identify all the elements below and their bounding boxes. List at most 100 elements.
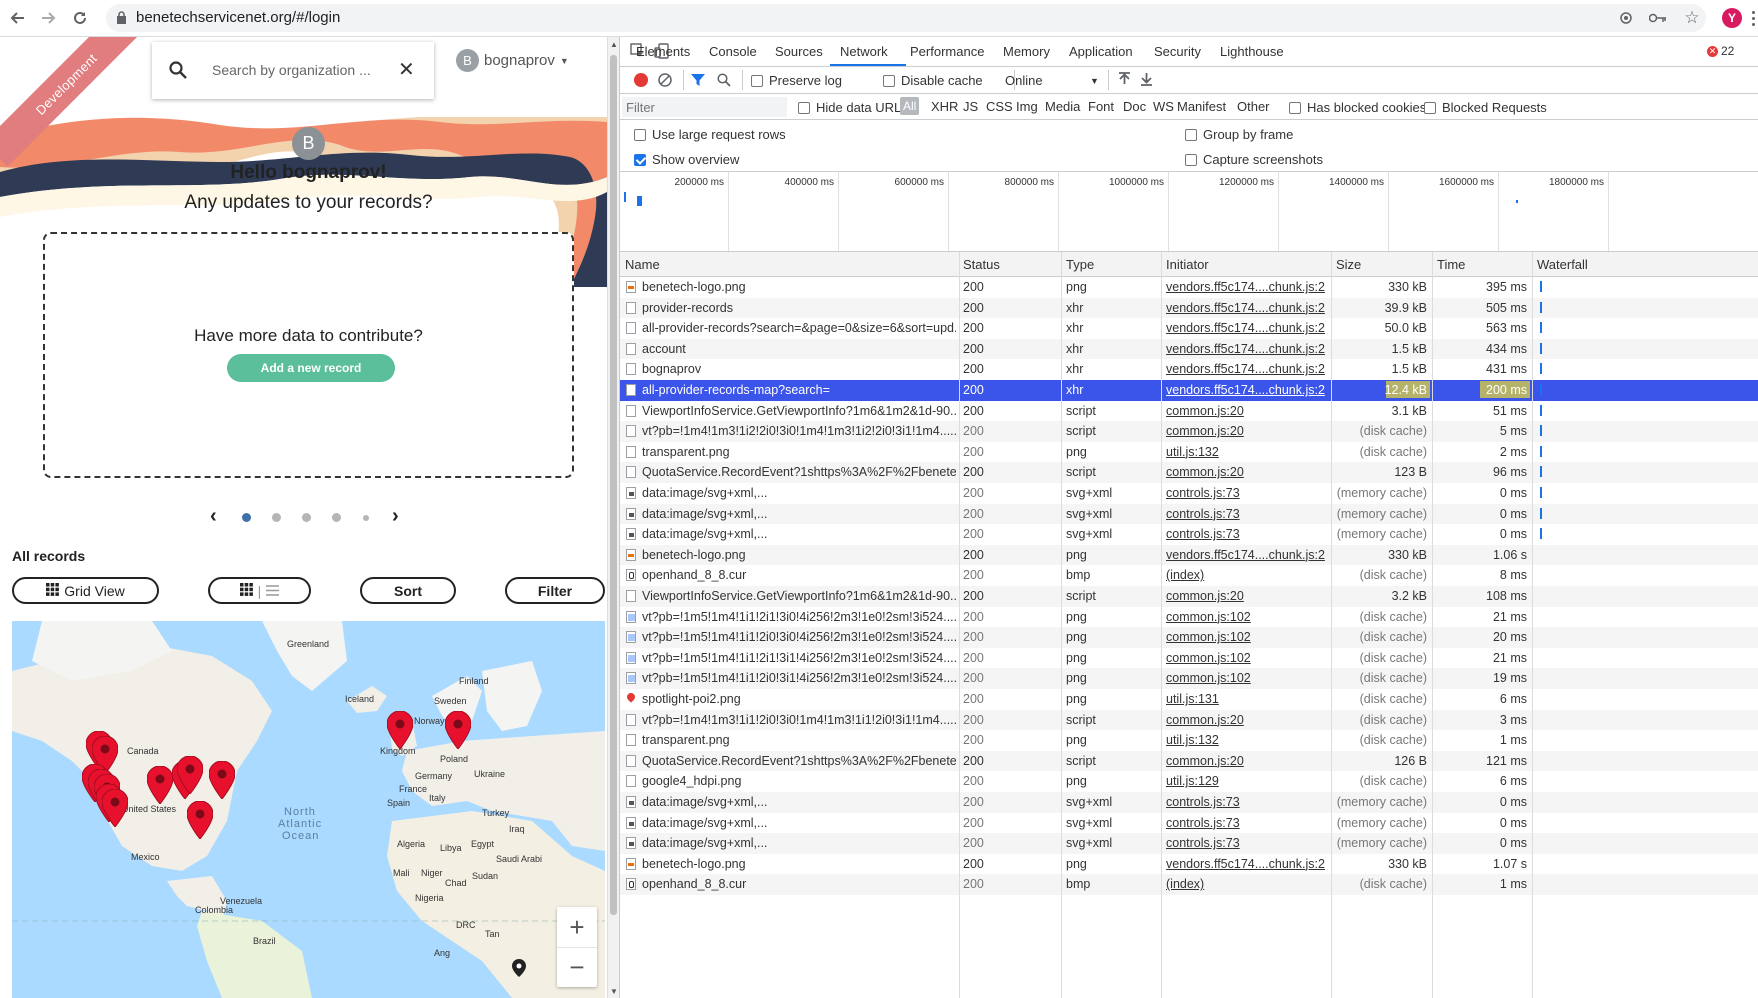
carousel-dot[interactable] xyxy=(302,513,311,522)
large-rows-toggle[interactable]: Use large request rows xyxy=(634,127,786,142)
request-initiator[interactable]: vendors.ff5c174....chunk.js:2 xyxy=(1166,857,1326,871)
request-initiator[interactable]: controls.js:73 xyxy=(1166,836,1326,850)
request-row[interactable]: provider-records 200 xhr vendors.ff5c174...… xyxy=(620,297,1758,319)
request-initiator[interactable]: (index) xyxy=(1166,877,1326,891)
request-row[interactable]: vt?pb=!1m4!1m3!1i2!2i0!3i0!1m4!1m3!1i2!2… xyxy=(620,421,1758,442)
carousel-dot[interactable] xyxy=(363,515,369,521)
column-header-status[interactable]: Status xyxy=(963,257,1000,272)
request-initiator[interactable]: common.js:102 xyxy=(1166,610,1326,624)
view-toggle-button[interactable]: | xyxy=(208,577,311,604)
user-menu[interactable]: B bognaprov ▼ xyxy=(456,49,569,72)
forward-icon[interactable] xyxy=(38,8,58,28)
preserve-log-toggle[interactable]: Preserve log xyxy=(751,73,842,88)
request-row[interactable]: data:image/svg+xml,... 200 svg+xml controls… xyxy=(620,812,1758,834)
export-har-icon[interactable] xyxy=(1140,72,1153,89)
column-header-initiator[interactable]: Initiator xyxy=(1166,257,1209,272)
network-overview[interactable]: 200000 ms 400000 ms 600000 ms 800000 ms 1000… xyxy=(620,172,1758,252)
scroll-up-icon[interactable]: ▲ xyxy=(610,40,618,49)
request-initiator[interactable]: controls.js:73 xyxy=(1166,816,1326,830)
request-row[interactable]: ViewportInfoService.GetViewportInfo?1m6&… xyxy=(620,400,1758,422)
star-icon[interactable]: ☆ xyxy=(1682,8,1702,28)
request-row[interactable]: transparent.png 200 png util.js:132 (disk ca… xyxy=(620,730,1758,751)
column-header-waterfall[interactable]: Waterfall xyxy=(1537,257,1588,272)
tab-sources[interactable]: Sources xyxy=(775,44,823,59)
request-initiator[interactable]: controls.js:73 xyxy=(1166,507,1326,521)
location-icon[interactable] xyxy=(1616,8,1636,28)
browser-menu-icon[interactable] xyxy=(1748,8,1758,28)
sort-button[interactable]: Sort xyxy=(360,577,456,604)
location-pin-icon[interactable] xyxy=(512,959,526,982)
request-initiator[interactable]: vendors.ff5c174....chunk.js:2 xyxy=(1166,301,1326,315)
tab-elements[interactable]: Elements xyxy=(636,44,690,59)
disable-cache-checkbox[interactable] xyxy=(883,74,895,87)
column-separator[interactable] xyxy=(1532,252,1533,998)
carousel-dot[interactable] xyxy=(242,513,251,522)
record-icon[interactable] xyxy=(634,73,648,87)
map-marker-icon[interactable] xyxy=(444,710,472,754)
request-row[interactable]: transparent.png 200 png util.js:132 (disk ca… xyxy=(620,441,1758,463)
map-marker-icon[interactable] xyxy=(146,765,174,809)
address-bar[interactable]: benetechservicenet.org/#/login xyxy=(106,4,1706,32)
request-initiator[interactable]: vendors.ff5c174....chunk.js:2 xyxy=(1166,383,1326,397)
request-row[interactable]: all-provider-records-map?search= 200 xhr ve… xyxy=(620,380,1758,401)
has-blocked-cookies-checkbox[interactable] xyxy=(1289,101,1301,114)
has-blocked-cookies-toggle[interactable]: Has blocked cookies xyxy=(1289,100,1426,115)
zoom-in-button[interactable]: + xyxy=(557,907,597,947)
tab-application[interactable]: Application xyxy=(1069,44,1133,59)
request-row[interactable]: account 200 xhr vendors.ff5c174....chunk.js… xyxy=(620,338,1758,360)
request-row[interactable]: google4_hdpi.png 200 png util.js:129 (disk c… xyxy=(620,771,1758,792)
profile-avatar[interactable]: Y xyxy=(1722,8,1742,28)
request-row[interactable]: QuotaService.RecordEvent?1shttps%3A%2F%2… xyxy=(620,462,1758,483)
blocked-requests-checkbox[interactable] xyxy=(1424,101,1436,114)
request-initiator[interactable]: vendors.ff5c174....chunk.js:2 xyxy=(1166,321,1326,335)
type-filter-media[interactable]: Media xyxy=(1045,99,1080,114)
column-separator[interactable] xyxy=(1061,252,1062,998)
request-initiator[interactable]: common.js:20 xyxy=(1166,589,1326,603)
request-initiator[interactable]: vendors.ff5c174....chunk.js:2 xyxy=(1166,362,1326,376)
type-filter-doc[interactable]: Doc xyxy=(1123,99,1146,114)
request-row[interactable]: data:image/svg+xml,... 200 svg+xml controls… xyxy=(620,524,1758,545)
request-initiator[interactable]: controls.js:73 xyxy=(1166,486,1326,500)
carousel-dot[interactable] xyxy=(272,513,281,522)
key-icon[interactable] xyxy=(1648,8,1668,28)
carousel-dot[interactable] xyxy=(332,513,341,522)
hide-data-urls-toggle[interactable]: Hide data URLs xyxy=(798,100,908,115)
type-filter-all[interactable]: All xyxy=(900,97,920,115)
map-marker-icon[interactable] xyxy=(101,788,129,832)
request-row[interactable]: spotlight-poi2.png 200 png util.js:131 (disk… xyxy=(620,689,1758,710)
preserve-log-checkbox[interactable] xyxy=(751,74,763,87)
reload-icon[interactable] xyxy=(70,8,90,28)
request-row[interactable]: data:image/svg+xml,... 200 svg+xml controls… xyxy=(620,483,1758,504)
request-initiator[interactable]: controls.js:73 xyxy=(1166,795,1326,809)
grid-view-button[interactable]: Grid View xyxy=(12,577,159,604)
request-initiator[interactable]: util.js:132 xyxy=(1166,733,1326,747)
request-row[interactable]: benetech-logo.png 200 png vendors.ff5c174..… xyxy=(620,277,1758,298)
show-overview-toggle[interactable]: Show overview xyxy=(634,152,739,167)
import-har-icon[interactable] xyxy=(1118,72,1131,89)
page-scrollbar[interactable]: ▲ ▼ xyxy=(607,37,619,998)
request-row[interactable]: vt?pb=!1m5!1m4!1i1!2i0!3i0!4i256!2m3!1e0… xyxy=(620,627,1758,648)
records-map[interactable]: Greenland Iceland Finland Sweden Norway Canad… xyxy=(12,621,605,998)
request-row[interactable]: vt?pb=!1m5!1m4!1i1!2i1!3i1!4i256!2m3!1e0… xyxy=(620,647,1758,669)
request-row[interactable]: vt?pb=!1m5!1m4!1i1!2i0!3i1!4i256!2m3!1e0… xyxy=(620,668,1758,689)
type-filter-img[interactable]: Img xyxy=(1016,99,1038,114)
type-filter-css[interactable]: CSS xyxy=(986,99,1013,114)
large-rows-checkbox[interactable] xyxy=(634,128,646,141)
scrollbar-thumb[interactable] xyxy=(610,55,617,915)
back-icon[interactable] xyxy=(8,8,28,28)
group-by-frame-checkbox[interactable] xyxy=(1185,128,1197,141)
capture-screenshots-toggle[interactable]: Capture screenshots xyxy=(1185,152,1323,167)
request-initiator[interactable]: vendors.ff5c174....chunk.js:2 xyxy=(1166,548,1326,562)
type-filter-manifest[interactable]: Manifest xyxy=(1177,99,1226,114)
search-icon[interactable] xyxy=(717,73,731,90)
scroll-down-icon[interactable]: ▼ xyxy=(610,987,618,996)
tab-performance[interactable]: Performance xyxy=(910,44,984,59)
request-row[interactable]: data:image/svg+xml,... 200 svg+xml controls… xyxy=(620,792,1758,813)
show-overview-checkbox[interactable] xyxy=(634,153,646,166)
error-counter[interactable]: ✕ 22 xyxy=(1707,44,1734,58)
tab-lighthouse[interactable]: Lighthouse xyxy=(1220,44,1284,59)
request-initiator[interactable]: vendors.ff5c174....chunk.js:2 xyxy=(1166,280,1326,294)
type-filter-js[interactable]: JS xyxy=(963,99,978,114)
request-row[interactable]: bognaprov 200 xhr vendors.ff5c174....chunk.… xyxy=(620,359,1758,380)
filter-icon[interactable] xyxy=(691,73,705,90)
